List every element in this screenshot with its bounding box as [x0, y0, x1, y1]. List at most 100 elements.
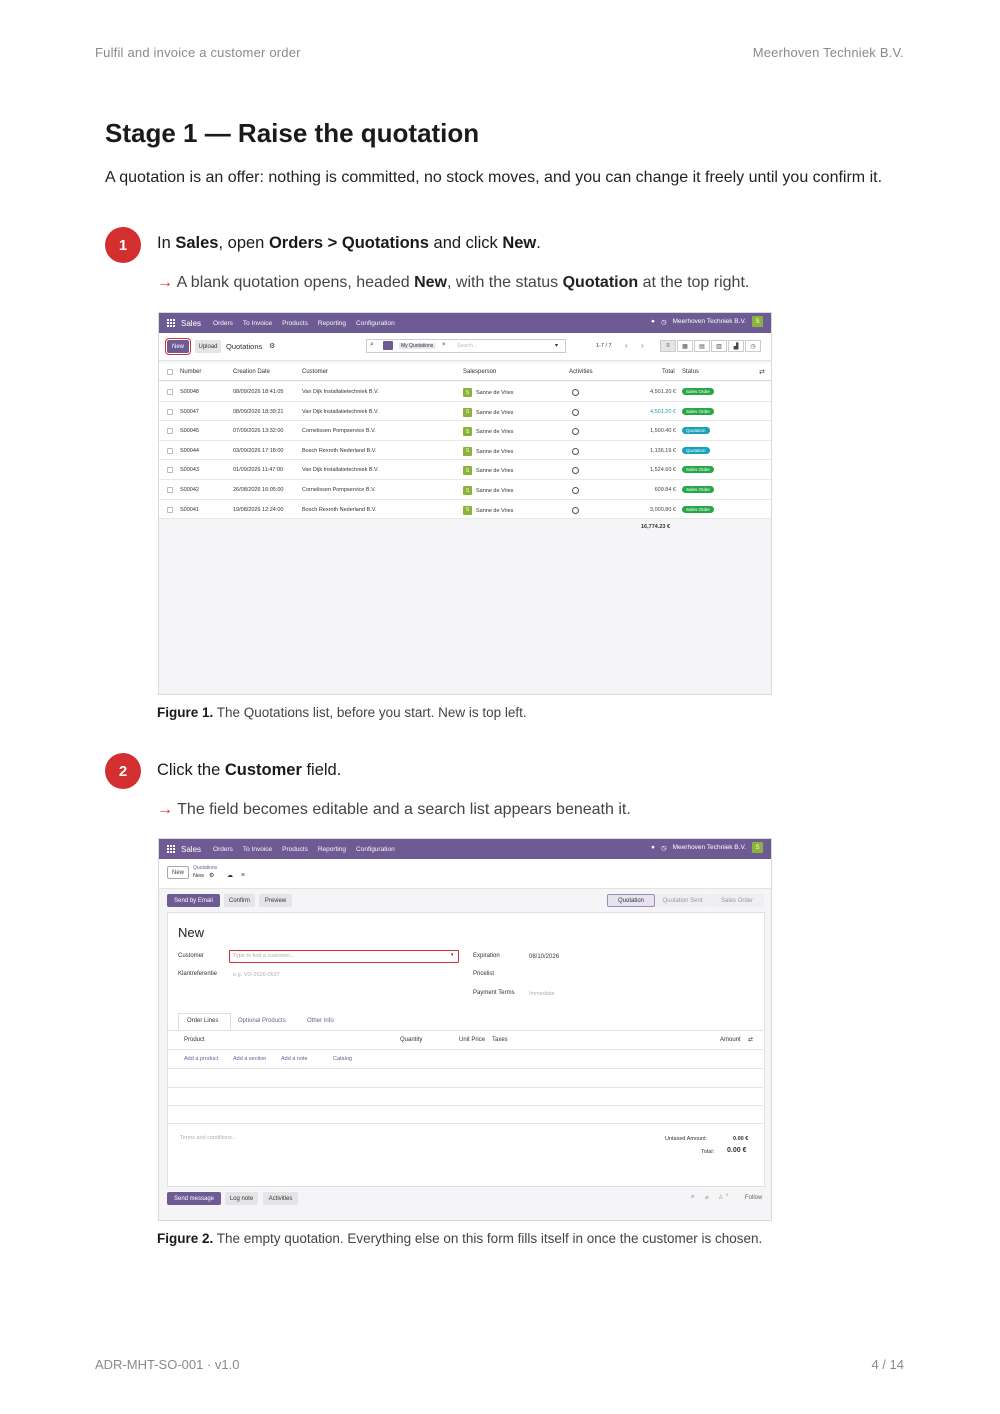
menu-products[interactable]: Products [282, 846, 308, 853]
customer-input[interactable]: Type to find a customer... [233, 953, 294, 959]
company-name[interactable]: Meerhoven Techniek B.V. [673, 844, 746, 851]
add-note-link[interactable]: Add a note [281, 1056, 308, 1062]
activity-clock-icon[interactable] [572, 506, 579, 514]
menu-reporting[interactable]: Reporting [318, 846, 346, 853]
calendar-view-icon[interactable]: ▤ [694, 340, 710, 352]
confirm-button[interactable]: Confirm [224, 894, 255, 907]
save-cloud-icon[interactable]: ☁ [227, 872, 233, 879]
filter-facet[interactable]: My Quotations [399, 343, 436, 349]
optional-columns-icon[interactable]: ⇄ [759, 368, 765, 376]
activity-clock-icon[interactable] [572, 389, 579, 396]
new-button[interactable]: New [167, 866, 189, 879]
breadcrumb-parent[interactable]: Quotations [193, 865, 217, 871]
followers-icon[interactable]: ♙ [718, 1194, 723, 1201]
clock-icon[interactable]: ◷ [661, 844, 667, 852]
stage-sales-order[interactable]: Sales Order [710, 894, 764, 907]
discard-icon[interactable]: × [241, 872, 245, 879]
col-creation-date[interactable]: Creation Date [233, 369, 270, 375]
kanban-view-icon[interactable]: ▦ [677, 340, 693, 352]
stage-quotation[interactable]: Quotation [607, 894, 655, 907]
search-icon[interactable]: ⌕ [370, 341, 374, 349]
row-checkbox[interactable] [167, 408, 173, 415]
col-quantity: Quantity [400, 1037, 423, 1043]
add-section-link[interactable]: Add a section [233, 1056, 266, 1062]
menu-products[interactable]: Products [282, 320, 308, 327]
cell-creation-date: 08/09/2026 18:41:05 [233, 389, 284, 395]
col-customer[interactable]: Customer [302, 369, 328, 375]
row-checkbox[interactable] [167, 389, 173, 395]
preview-button[interactable]: Preview [259, 894, 292, 907]
expiration-label: Expiration [473, 953, 500, 959]
menu-to-invoice[interactable]: To Invoice [243, 320, 272, 327]
log-note-button[interactable]: Log note [225, 1192, 258, 1205]
pivot-view-icon[interactable]: ▥ [711, 340, 727, 352]
expiration-field[interactable]: 08/10/2026 [529, 954, 559, 960]
row-checkbox[interactable] [167, 428, 173, 435]
tab-optional-products[interactable]: Optional Products [238, 1018, 286, 1024]
col-salesperson[interactable]: Salesperson [463, 369, 496, 375]
screenshot-quotations-list: Sales Orders To Invoice Products Reporti… [158, 312, 772, 695]
send-by-email-button[interactable]: Send by Email [167, 894, 220, 907]
arrow-icon: → [157, 801, 173, 818]
apps-grid-icon[interactable] [167, 845, 175, 853]
chat-icon[interactable]: ● [651, 318, 655, 325]
status-badge: Quotation [682, 446, 710, 454]
customer-dropdown-icon[interactable]: ▾ [451, 952, 454, 958]
select-all-checkbox[interactable] [167, 369, 173, 375]
row-checkbox[interactable] [167, 506, 173, 513]
graph-view-icon[interactable]: ▟ [728, 340, 744, 352]
col-status[interactable]: Status [682, 369, 699, 375]
send-message-button[interactable]: Send message [167, 1192, 221, 1205]
apps-grid-icon[interactable] [167, 319, 175, 327]
cell-creation-date: 07/09/2026 13:32:00 [233, 428, 284, 435]
list-view-icon[interactable]: ≡ [660, 340, 676, 352]
clock-icon[interactable]: ◷ [661, 318, 667, 326]
upload-button[interactable]: Upload [195, 340, 221, 353]
chat-icon[interactable]: ● [651, 844, 655, 851]
menu-configuration[interactable]: Configuration [356, 846, 395, 853]
optional-columns-icon[interactable]: ⇄ [748, 1036, 753, 1043]
col-total[interactable]: Total [662, 369, 675, 375]
new-button[interactable]: New [165, 338, 191, 355]
activity-clock-icon[interactable] [572, 487, 579, 494]
activity-clock-icon[interactable] [572, 408, 579, 416]
company-name[interactable]: Meerhoven Techniek B.V. [673, 318, 746, 325]
stage-quotation-sent[interactable]: Quotation Sent [655, 894, 710, 907]
col-activities[interactable]: Activities [569, 369, 593, 375]
app-name[interactable]: Sales [181, 845, 201, 854]
activity-clock-icon[interactable] [572, 447, 579, 455]
menu-orders[interactable]: Orders [213, 320, 233, 327]
catalog-link[interactable]: Catalog [333, 1056, 352, 1062]
arrow-icon: → [157, 274, 173, 291]
app-name[interactable]: Sales [181, 319, 201, 328]
menu-orders[interactable]: Orders [213, 846, 233, 853]
search-dropdown-icon[interactable]: ▾ [555, 342, 558, 349]
attachment-icon[interactable]: ⌀ [705, 1194, 709, 1201]
terms-conditions-input[interactable]: Terms and conditions... [180, 1135, 237, 1141]
row-checkbox[interactable] [167, 487, 173, 493]
tab-other-info[interactable]: Other Info [307, 1018, 334, 1024]
activities-button[interactable]: Activities [263, 1192, 298, 1205]
gear-icon[interactable]: ⚙ [269, 342, 275, 350]
pager[interactable]: 1-7 / 7 [596, 343, 612, 349]
row-checkbox[interactable] [167, 467, 173, 474]
avatar[interactable]: S [752, 842, 763, 853]
remove-facet-icon[interactable]: × [442, 342, 446, 348]
menu-configuration[interactable]: Configuration [356, 320, 395, 327]
payment-terms-input[interactable]: Immediate [529, 991, 555, 997]
cell-number: S00048 [180, 389, 199, 395]
pager-next-icon[interactable]: › [641, 341, 644, 350]
activity-view-icon[interactable]: ◷ [745, 340, 761, 352]
follow-button[interactable]: Follow [745, 1195, 762, 1201]
col-number[interactable]: Number [180, 369, 201, 375]
gear-icon[interactable]: ⚙ [209, 872, 214, 879]
ref-input[interactable]: e.g. VO-2026-0537 [233, 972, 280, 978]
menu-reporting[interactable]: Reporting [318, 320, 346, 327]
menu-to-invoice[interactable]: To Invoice [243, 846, 272, 853]
row-checkbox[interactable] [167, 447, 173, 454]
search-messages-icon[interactable]: ⌕ [691, 1194, 694, 1201]
avatar[interactable]: S [752, 316, 763, 327]
add-product-link[interactable]: Add a product [184, 1056, 218, 1062]
search-input[interactable]: Search... [457, 343, 477, 349]
pager-prev-icon[interactable]: ‹ [625, 341, 628, 350]
